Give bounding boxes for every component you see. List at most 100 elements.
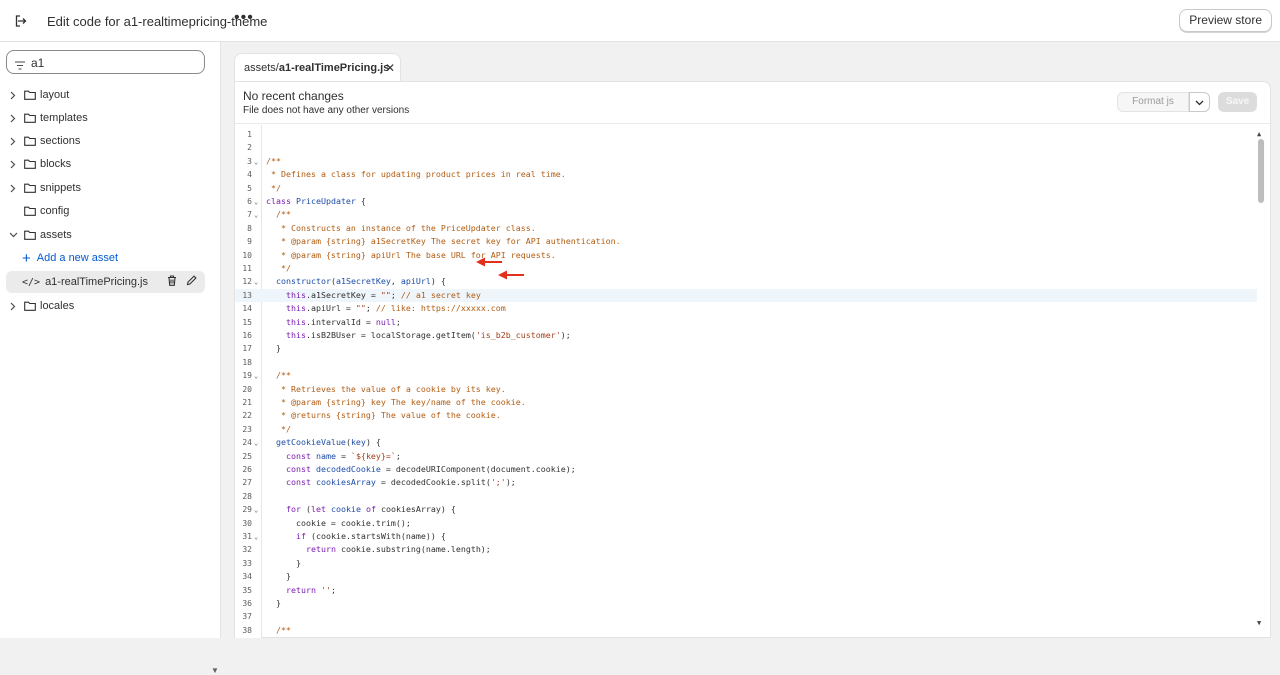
line-number: 36 bbox=[242, 599, 252, 608]
scrollbar-thumb[interactable] bbox=[1258, 139, 1264, 203]
code-line[interactable]: 25 const name = `${key}=`; bbox=[235, 450, 1257, 463]
fold-chevron-icon[interactable]: ⌄ bbox=[254, 209, 258, 222]
code-line[interactable]: 20 * Retrieves the value of a cookie by … bbox=[235, 383, 1257, 396]
code-line[interactable]: 32 return cookie.substring(name.length); bbox=[235, 543, 1257, 556]
code-line[interactable]: 37 bbox=[235, 610, 1257, 623]
folder-locales[interactable]: locales bbox=[6, 295, 205, 317]
scroll-up-icon[interactable]: ▲ bbox=[1257, 130, 1261, 138]
file-search-input[interactable]: a1 bbox=[6, 50, 205, 74]
code-line[interactable]: 12 ⌄ constructor(a1SecretKey, apiUrl) { bbox=[235, 275, 1257, 288]
line-number: 31 bbox=[242, 532, 252, 541]
code-editor[interactable]: 1 2 3 ⌄/** 4 * Defines a class for updating … bbox=[235, 125, 1270, 638]
code-line[interactable]: 13 this.a1SecretKey = ""; // a1 secret k… bbox=[235, 288, 1257, 303]
add-asset-link[interactable]: + Add a new asset bbox=[6, 247, 205, 269]
code-line[interactable]: 15 this.intervalId = null; bbox=[235, 316, 1257, 329]
more-actions-icon[interactable]: ••• bbox=[234, 10, 253, 29]
chevron-down-icon bbox=[1195, 93, 1204, 111]
line-number: 19 bbox=[242, 371, 252, 381]
code-line[interactable]: 30 cookie = cookie.trim(); bbox=[235, 517, 1257, 530]
code-line[interactable]: 19 ⌄ /** bbox=[235, 369, 1257, 382]
code-line[interactable]: 24 ⌄ getCookieValue(key) { bbox=[235, 436, 1257, 449]
code-text: * @returns {string} The value of the coo… bbox=[266, 410, 501, 421]
code-text: const name = `${key}=`; bbox=[285, 450, 401, 461]
code-line[interactable]: 9 * @param {string} a1SecretKey The secr… bbox=[235, 235, 1257, 248]
line-number: 8 bbox=[247, 223, 252, 233]
code-line[interactable]: 5 */ bbox=[235, 182, 1257, 195]
code-line[interactable]: 36 } bbox=[235, 597, 1257, 610]
delete-icon[interactable] bbox=[167, 275, 177, 289]
tree-item-label: locales bbox=[40, 300, 75, 312]
scroll-down-icon[interactable]: ▼ bbox=[1257, 619, 1261, 627]
line-number: 27 bbox=[242, 478, 252, 488]
line-number: 28 bbox=[242, 491, 252, 501]
code-line[interactable]: 21 * @param {string} key The key/name of… bbox=[235, 396, 1257, 409]
code-line[interactable]: 16 this.isB2BUser = localStorage.getItem… bbox=[235, 329, 1257, 342]
folder-icon bbox=[24, 159, 36, 169]
code-line[interactable]: 11 */ bbox=[235, 262, 1257, 275]
code-line[interactable]: 6 ⌄ class PriceUpdater { bbox=[235, 195, 1257, 208]
code-line[interactable]: 8 * Constructs an instance of the PriceU… bbox=[235, 222, 1257, 235]
line-number: 7 bbox=[247, 210, 252, 220]
file-a1-realtimepricing-js[interactable]: </> a1-realTimePricing.js bbox=[6, 271, 205, 293]
fold-chevron-icon[interactable]: ⌄ bbox=[254, 370, 258, 383]
code-line[interactable]: 38 /** bbox=[235, 624, 1257, 637]
code-line[interactable]: 1 bbox=[235, 128, 1257, 141]
status-heading: No recent changes bbox=[243, 89, 344, 103]
code-line[interactable]: 29 ⌄ for (let cookie of cookiesArray) { bbox=[235, 503, 1257, 516]
folder-templates[interactable]: templates bbox=[6, 107, 205, 129]
format-options-dropdown[interactable] bbox=[1189, 92, 1210, 112]
code-line[interactable]: 34 } bbox=[235, 570, 1257, 583]
exit-icon[interactable] bbox=[11, 11, 31, 31]
fold-chevron-icon[interactable]: ⌄ bbox=[254, 196, 258, 209]
line-number: 6 bbox=[247, 197, 252, 206]
line-number: 11 bbox=[242, 264, 252, 273]
code-line[interactable]: 17 } bbox=[235, 342, 1257, 355]
code-line[interactable]: 33 } bbox=[235, 557, 1257, 570]
folder-layout[interactable]: layout bbox=[6, 84, 205, 106]
folder-sections[interactable]: sections bbox=[6, 130, 205, 152]
code-line[interactable]: 2 bbox=[235, 141, 1257, 154]
fold-chevron-icon[interactable]: ⌄ bbox=[254, 531, 258, 544]
code-line[interactable]: 22 * @returns {string} The value of the … bbox=[235, 409, 1257, 422]
folder-blocks[interactable]: blocks bbox=[6, 153, 205, 175]
editor-scrollbar[interactable]: ▲ ▼ bbox=[1257, 130, 1265, 627]
code-text: getCookieValue(key) { bbox=[276, 437, 381, 448]
folder-snippets[interactable]: snippets bbox=[6, 177, 205, 199]
sidebar-scroll-down-icon[interactable]: ▼ bbox=[211, 666, 219, 675]
line-number: 23 bbox=[242, 424, 252, 434]
code-line[interactable]: 35 return ''; bbox=[235, 584, 1257, 597]
code-line[interactable]: 4 * Defines a class for updating product… bbox=[235, 168, 1257, 181]
code-line[interactable]: 31 ⌄ if (cookie.startsWith(name)) { bbox=[235, 530, 1257, 543]
fold-chevron-icon[interactable]: ⌄ bbox=[254, 504, 258, 517]
code-line[interactable]: 27 const cookiesArray = decodedCookie.sp… bbox=[235, 476, 1257, 489]
code-text: const decodedCookie = decodeURIComponent… bbox=[285, 464, 576, 474]
tree-item-label: assets bbox=[40, 229, 72, 241]
save-button[interactable]: Save bbox=[1218, 92, 1257, 112]
code-text: /** bbox=[276, 209, 291, 220]
code-line[interactable]: 26 const decodedCookie = decodeURICompon… bbox=[235, 463, 1257, 476]
tree-item-label: sections bbox=[40, 135, 81, 147]
line-number: 15 bbox=[242, 317, 252, 327]
code-line[interactable]: 14 this.apiUrl = ""; // like: https://xx… bbox=[235, 302, 1257, 315]
tab-a1-realtimepricing[interactable]: assets/a1-realTimePricing.js ✕ bbox=[234, 53, 401, 82]
format-js-button[interactable]: Format js bbox=[1117, 92, 1189, 112]
edit-icon[interactable] bbox=[186, 275, 197, 289]
tree-item-label: templates bbox=[40, 112, 88, 124]
code-line[interactable]: 10 * @param {string} apiUrl The base URL… bbox=[235, 249, 1257, 262]
code-line[interactable]: 23 */ bbox=[235, 423, 1257, 436]
fold-chevron-icon[interactable]: ⌄ bbox=[254, 156, 258, 169]
code-line[interactable]: 18 bbox=[235, 356, 1257, 369]
fold-chevron-icon[interactable]: ⌄ bbox=[254, 437, 258, 450]
preview-store-button[interactable]: Preview store bbox=[1179, 9, 1272, 32]
editor-panel: No recent changes File does not have any… bbox=[234, 81, 1271, 638]
code-line[interactable]: 28 bbox=[235, 490, 1257, 503]
close-tab-icon[interactable]: ✕ bbox=[385, 61, 395, 75]
folder-config[interactable]: config bbox=[6, 200, 205, 222]
line-number: 34 bbox=[242, 572, 252, 582]
code-line[interactable]: 3 ⌄ /** bbox=[235, 155, 1257, 168]
fold-chevron-icon[interactable]: ⌄ bbox=[254, 276, 258, 289]
editor-area: assets/a1-realTimePricing.js ✕ No recent… bbox=[234, 53, 1271, 638]
folder-assets[interactable]: assets bbox=[6, 224, 205, 246]
code-text: this.apiUrl = ""; // like: https://xxxxx… bbox=[285, 303, 506, 314]
code-line[interactable]: 7 ⌄ /** bbox=[235, 208, 1257, 221]
